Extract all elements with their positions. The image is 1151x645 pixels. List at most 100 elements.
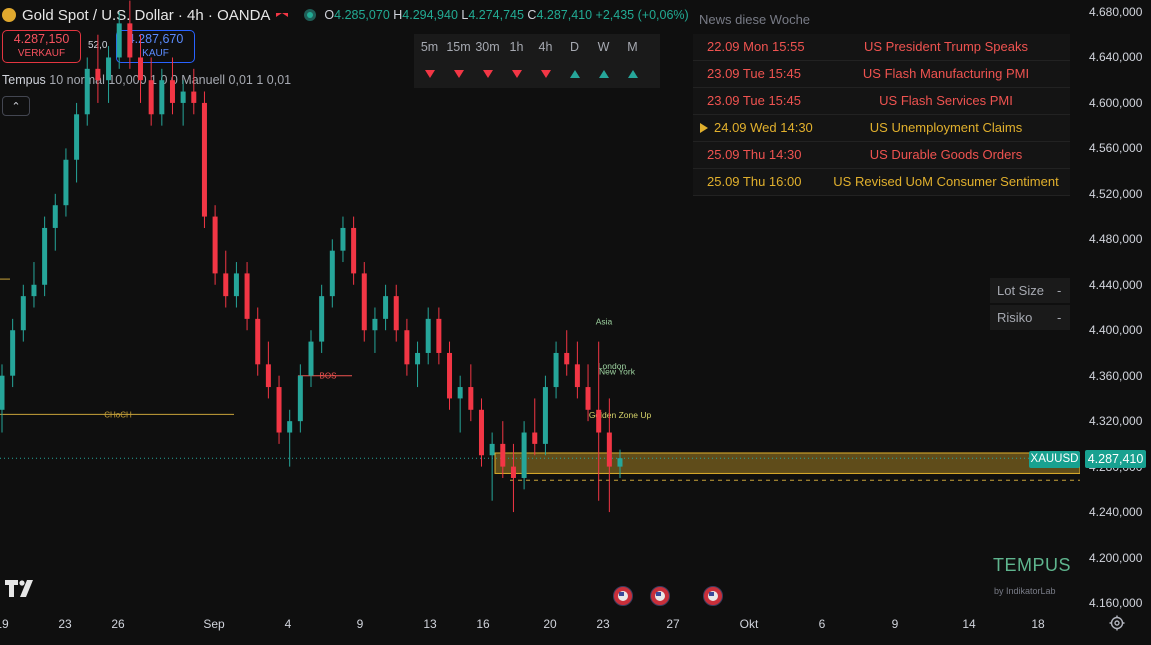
- price-tick: 4.400,000: [1089, 323, 1143, 338]
- golden-zone: [494, 452, 1080, 474]
- candle-body: [510, 466, 516, 478]
- candle-body: [106, 57, 112, 81]
- session-newyork-label: New York: [599, 367, 636, 377]
- time-tick: 9: [891, 617, 899, 631]
- candle-body: [489, 443, 495, 456]
- candle-body: [468, 387, 474, 410]
- us-flag-event-icon[interactable]: [703, 586, 723, 606]
- timeframe-label: 1h: [509, 40, 524, 54]
- timeframe-label: D: [569, 40, 580, 54]
- lot-size-value: -: [1057, 283, 1062, 298]
- gear-icon[interactable]: [1109, 615, 1125, 631]
- time-tick: 6: [818, 617, 826, 631]
- price-tick: 4.480,000: [1089, 232, 1143, 247]
- candle-body: [10, 330, 16, 376]
- session-asia-label: Asia: [596, 317, 613, 327]
- choch-label: CHoCH: [104, 410, 132, 419]
- candle-body: [180, 91, 186, 103]
- time-tick: 14: [962, 617, 976, 631]
- risk-row: Risiko -: [990, 305, 1070, 330]
- timeframe-label: 15m: [446, 40, 471, 54]
- risk-label: Risiko: [997, 310, 1033, 325]
- candle-body: [415, 352, 421, 365]
- trend-up-icon: [599, 70, 609, 78]
- candle-body: [159, 80, 165, 115]
- candle-body: [116, 23, 122, 58]
- candle-body: [340, 227, 346, 251]
- news-row: 22.09 Mon 15:55 US President Trump Speaks: [693, 34, 1070, 61]
- candle-body: [521, 432, 527, 478]
- time-tick: 18: [1031, 617, 1045, 631]
- lot-size-label: Lot Size: [997, 283, 1044, 298]
- candle-body: [617, 458, 623, 467]
- news-event: US Flash Manufacturing PMI: [862, 66, 1030, 81]
- time-tick: 9: [356, 617, 364, 631]
- news-date: 23.09 Tue 15:45: [707, 93, 801, 108]
- candle-body: [212, 216, 218, 274]
- candle-body: [553, 352, 559, 388]
- time-tick: 27: [666, 617, 680, 631]
- price-tick: 4.640,000: [1089, 50, 1143, 65]
- price-tick: 4.320,000: [1089, 414, 1143, 429]
- price-tick: 4.560,000: [1089, 141, 1143, 156]
- news-event: US Flash Services PMI: [879, 93, 1013, 108]
- brand-subtitle: by IndikatorLab: [994, 586, 1056, 596]
- trend-up-icon: [570, 70, 580, 78]
- candle-body: [404, 330, 410, 365]
- candle-body: [20, 296, 26, 331]
- candle-body: [329, 250, 335, 297]
- trend-down-icon: [454, 70, 464, 78]
- news-event: US Durable Goods Orders: [869, 147, 1023, 162]
- news-row: 23.09 Tue 15:45 US Flash Manufacturing PM…: [693, 61, 1070, 88]
- candle-body: [127, 23, 133, 58]
- price-tick: 4.200,000: [1089, 550, 1143, 565]
- candle-body: [255, 318, 261, 365]
- time-tick: Okt: [739, 617, 759, 631]
- price-tick: 4.240,000: [1089, 505, 1143, 520]
- candle-body: [372, 318, 378, 331]
- us-flag-event-icon[interactable]: [650, 586, 670, 606]
- tradingview-logo-icon[interactable]: [5, 580, 37, 598]
- candle-body: [223, 273, 229, 297]
- trend-down-icon: [425, 70, 435, 78]
- candle-body: [201, 102, 207, 217]
- candle-body: [606, 432, 612, 467]
- candle-body: [308, 341, 314, 376]
- candle-body: [42, 227, 48, 285]
- candle-body: [95, 68, 101, 81]
- time-tick: 4: [284, 617, 292, 631]
- news-event: US President Trump Speaks: [863, 39, 1029, 54]
- candle-body: [393, 296, 399, 331]
- us-flag-event-icon[interactable]: [613, 586, 633, 606]
- candle-body: [74, 114, 80, 160]
- candle-body: [287, 421, 293, 433]
- candle-body: [500, 443, 506, 467]
- time-tick: 23: [58, 617, 72, 631]
- candle-body: [191, 91, 197, 103]
- news-date: 22.09 Mon 15:55: [707, 39, 805, 54]
- news-row: 25.09 Thu 16:00 US Revised UoM Consumer S…: [693, 169, 1070, 196]
- candle-body: [276, 387, 282, 433]
- timeframe-label: M: [627, 40, 638, 54]
- price-tick: 4.440,000: [1089, 277, 1143, 292]
- candle-body: [84, 68, 90, 115]
- candle-body: [542, 387, 548, 444]
- news-row: 25.09 Thu 14:30 US Durable Goods Orders: [693, 142, 1070, 169]
- news-date: 23.09 Tue 15:45: [707, 66, 801, 81]
- candle-body: [383, 296, 389, 319]
- candle-body: [265, 364, 271, 388]
- candle-body: [148, 80, 154, 115]
- candle-body: [31, 284, 37, 297]
- time-tick: 13: [423, 617, 437, 631]
- candle-body: [564, 352, 570, 365]
- candle-body: [63, 159, 69, 206]
- time-tick: 26: [111, 617, 125, 631]
- timeframe-label: W: [597, 40, 610, 54]
- candle-body: [319, 296, 325, 342]
- candle-body: [169, 80, 175, 103]
- candle-body: [0, 375, 5, 410]
- time-tick: Sep: [203, 617, 225, 631]
- candle-body: [596, 409, 602, 433]
- trend-up-icon: [628, 70, 638, 78]
- risk-value: -: [1057, 310, 1062, 325]
